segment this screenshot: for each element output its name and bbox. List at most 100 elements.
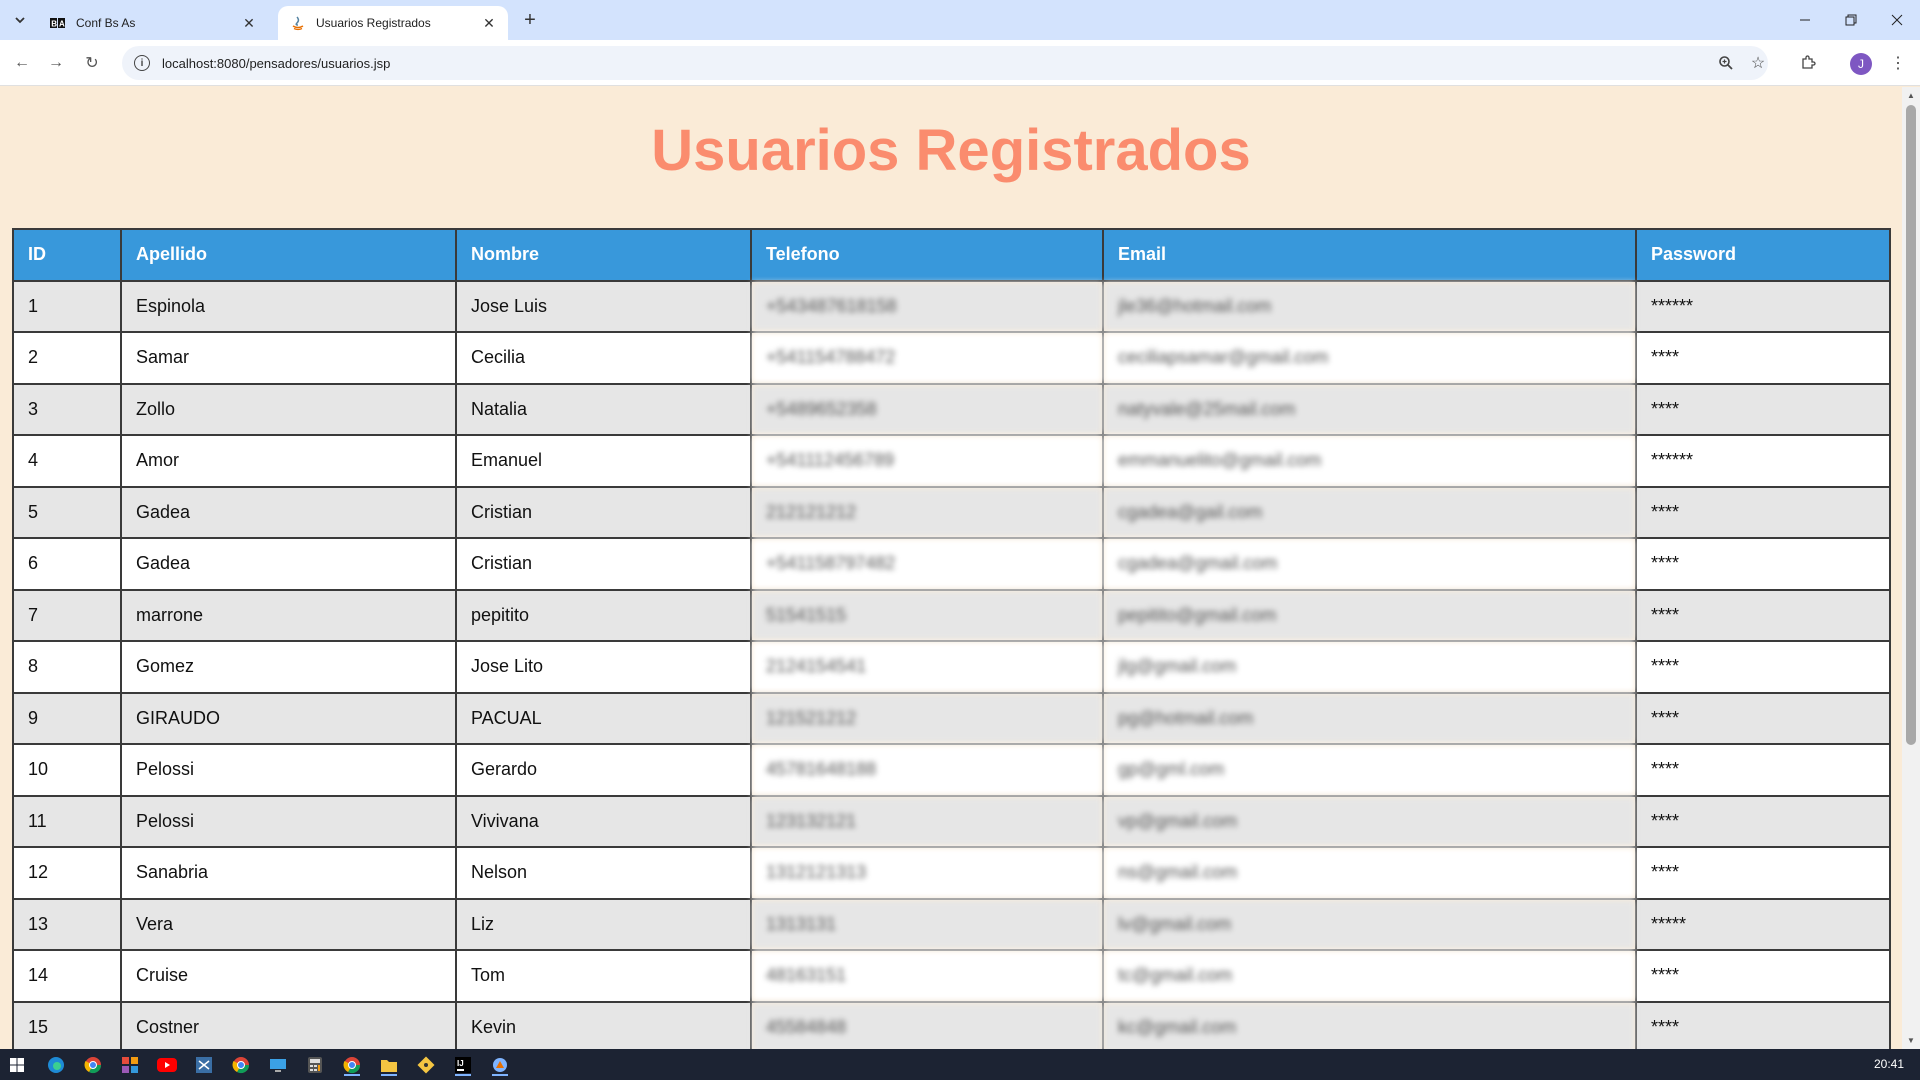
cell-id: 4 <box>12 434 122 488</box>
cell-email: lv@gmail.com <box>1102 897 1637 951</box>
cell-telefono: 212121212 <box>750 485 1104 539</box>
cell-apellido: Gadea <box>120 485 457 539</box>
cell-password: **** <box>1635 743 1891 797</box>
table-row: 4 Amor Emanuel +541112456789 emmanuelito@gma… <box>12 434 1891 488</box>
menu-button[interactable]: ⋮ <box>1884 49 1912 77</box>
cell-telefono: 45584848 <box>750 1000 1104 1049</box>
office-icon[interactable] <box>119 1054 141 1076</box>
browser-toolbar: ← → ↻ i localhost:8080/pensadores/usuari… <box>0 40 1920 86</box>
minimize-icon <box>1800 19 1810 21</box>
windows-start-icon[interactable] <box>6 1054 28 1076</box>
close-icon[interactable]: ✕ <box>480 14 498 32</box>
table-row: 15 Costner Kevin 45584848 kc@gmail.com **** <box>12 1000 1891 1049</box>
new-tab-button[interactable]: + <box>518 8 542 32</box>
reload-icon: ↻ <box>85 55 99 72</box>
chrome-icon[interactable] <box>341 1054 363 1076</box>
cell-password: **** <box>1635 846 1891 900</box>
avatar[interactable]: J <box>1850 53 1872 75</box>
arrow-left-icon: ← <box>14 54 30 71</box>
cell-telefono: 1312121313 <box>750 846 1104 900</box>
table-body: 1 Espinola Jose Luis +543487618158 jle36@hot… <box>12 279 1891 1049</box>
youtube-icon[interactable] <box>156 1054 178 1076</box>
cell-telefono: +541158797482 <box>750 537 1104 591</box>
git-icon[interactable] <box>415 1054 437 1076</box>
clock: 20:41 <box>1874 1057 1905 1071</box>
cell-nombre: Nelson <box>455 846 752 900</box>
cell-telefono: 48163151 <box>750 949 1104 1003</box>
cell-email: natyvale@25mail.com <box>1102 382 1637 436</box>
cell-nombre: Vivivana <box>455 794 752 848</box>
reload-button[interactable]: ↻ <box>78 49 106 77</box>
cell-telefono: 121521212 <box>750 691 1104 745</box>
restore-button[interactable] <box>1828 0 1874 40</box>
cell-email: pepitito@gmail.com <box>1102 588 1637 642</box>
cell-email: cgadea@gmail.com <box>1102 537 1637 591</box>
cell-nombre: pepitito <box>455 588 752 642</box>
forward-button[interactable]: → <box>42 49 70 77</box>
scroll-thumb[interactable] <box>1906 105 1916 745</box>
table-row: 7 marrone pepitito 51541515 pepitito@gmail.c… <box>12 588 1891 642</box>
address-bar[interactable]: i localhost:8080/pensadores/usuarios.jsp <box>122 46 1768 80</box>
tab-conf-bs-as[interactable]: BA Conf Bs As ✕ <box>38 6 268 40</box>
cell-password: **** <box>1635 1000 1891 1049</box>
star-icon: ☆ <box>1750 55 1766 72</box>
tab-search-button[interactable] <box>8 8 32 32</box>
cell-email: jle36@hotmail.com <box>1102 279 1637 333</box>
bookmark-button[interactable]: ☆ <box>1744 49 1772 77</box>
remote-desktop-icon[interactable] <box>267 1054 289 1076</box>
minimize-button[interactable] <box>1782 0 1828 40</box>
chrome-icon[interactable] <box>230 1054 252 1076</box>
svg-text:A: A <box>59 20 65 29</box>
cell-email: tc@gmail.com <box>1102 949 1637 1003</box>
cell-nombre: PACUAL <box>455 691 752 745</box>
cell-email: ceciliapsamar@gmail.com <box>1102 331 1637 385</box>
extensions-button[interactable] <box>1794 49 1822 77</box>
table-row: 2 Samar Cecilia +541154788472 ceciliapsamar@… <box>12 331 1891 385</box>
chrome-icon[interactable] <box>82 1054 104 1076</box>
cell-telefono: 1313131 <box>750 897 1104 951</box>
cell-id: 6 <box>12 537 122 591</box>
cell-apellido: Amor <box>120 434 457 488</box>
file-explorer-icon[interactable] <box>378 1054 400 1076</box>
zoom-button[interactable] <box>1712 49 1740 77</box>
cell-id: 8 <box>12 640 122 694</box>
cell-apellido: marrone <box>120 588 457 642</box>
cell-apellido: Gomez <box>120 640 457 694</box>
visual-studio-icon[interactable] <box>193 1054 215 1076</box>
back-button[interactable]: ← <box>8 49 36 77</box>
scroll-up-icon[interactable]: ▲ <box>1907 91 1915 100</box>
cell-nombre: Kevin <box>455 1000 752 1049</box>
cell-apellido: Vera <box>120 897 457 951</box>
edge-icon[interactable] <box>45 1054 67 1076</box>
ba-logo-icon: BA <box>50 15 66 31</box>
cell-nombre: Natalia <box>455 382 752 436</box>
cell-telefono: +541112456789 <box>750 434 1104 488</box>
tab-title: Conf Bs As <box>76 16 136 30</box>
chevron-down-icon <box>15 17 25 24</box>
zoom-icon <box>1719 56 1733 70</box>
cell-telefono: +543487618158 <box>750 279 1104 333</box>
cell-password: **** <box>1635 485 1891 539</box>
cell-nombre: Cristian <box>455 485 752 539</box>
intellij-icon[interactable]: IJ <box>452 1054 474 1076</box>
tab-usuarios-registrados[interactable]: Usuarios Registrados ✕ <box>278 6 508 40</box>
cell-password: ***** <box>1635 897 1891 951</box>
vertical-scrollbar[interactable]: ▲ ▼ <box>1902 87 1920 1049</box>
app-icon[interactable] <box>489 1054 511 1076</box>
close-icon <box>1891 14 1903 26</box>
svg-text:IJ: IJ <box>457 1059 464 1068</box>
calculator-icon[interactable] <box>304 1054 326 1076</box>
site-info-icon[interactable]: i <box>134 55 150 71</box>
tab-title: Usuarios Registrados <box>316 16 431 30</box>
scroll-down-icon[interactable]: ▼ <box>1907 1036 1915 1045</box>
table-row: 10 Pelossi Gerardo 45781648188 gp@gml.com ***… <box>12 743 1891 797</box>
cell-password: **** <box>1635 588 1891 642</box>
cell-nombre: Liz <box>455 897 752 951</box>
tab-strip: BA Conf Bs As ✕ Usuarios Registrados ✕ + <box>0 0 1920 40</box>
close-window-button[interactable] <box>1874 0 1920 40</box>
close-icon[interactable]: ✕ <box>240 14 258 32</box>
page-viewport: Usuarios Registrados ID Apellido Nombre … <box>0 87 1902 1049</box>
cell-nombre: Cristian <box>455 537 752 591</box>
cell-email: pg@hotmail.com <box>1102 691 1637 745</box>
cell-nombre: Emanuel <box>455 434 752 488</box>
